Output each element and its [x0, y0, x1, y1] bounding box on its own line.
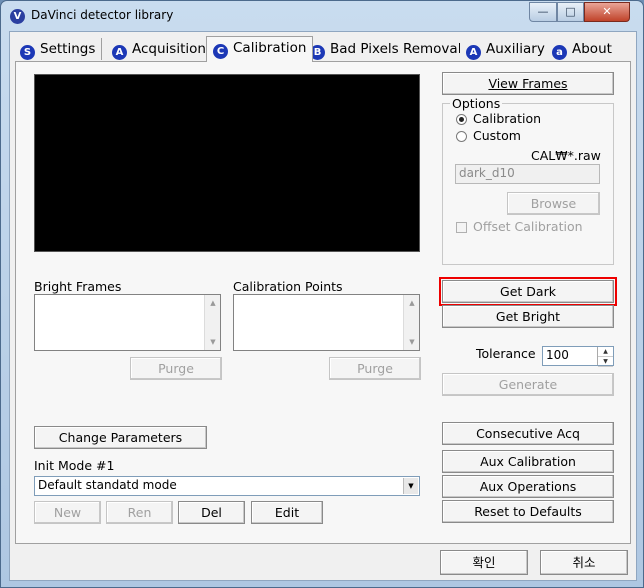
- ok-button[interactable]: 확인: [440, 550, 528, 575]
- options-label: Options: [450, 96, 503, 111]
- file-name-field[interactable]: dark_d10: [455, 164, 600, 184]
- about-tab-icon: a: [552, 45, 567, 60]
- reset-defaults-button[interactable]: Reset to Defaults: [442, 500, 614, 523]
- calibration-points-list[interactable]: ▲ ▼: [233, 294, 420, 351]
- aux-calibration-button[interactable]: Aux Calibration: [442, 450, 614, 473]
- tab-label: Calibration: [233, 40, 307, 56]
- browse-button[interactable]: Browse: [507, 192, 600, 215]
- calibration-tab-icon: C: [213, 44, 228, 59]
- bright-frames-label: Bright Frames: [34, 279, 122, 294]
- offset-calibration-checkbox[interactable]: [456, 222, 467, 233]
- get-dark-label: Get Dark: [500, 284, 556, 299]
- app-window: V DaVinci detector library — □ ✕ S Settin…: [0, 0, 644, 588]
- maximize-button[interactable]: □: [557, 2, 584, 22]
- init-mode-select[interactable]: Default standatd mode ▼: [34, 476, 420, 496]
- tab-label: Auxiliary: [486, 41, 545, 57]
- tab-label: About: [572, 41, 612, 57]
- settings-tab-icon: S: [20, 45, 35, 60]
- generate-button[interactable]: Generate: [442, 373, 614, 396]
- edit-mode-button[interactable]: Edit: [251, 501, 323, 524]
- acquisition-tab-icon: A: [112, 45, 127, 60]
- window-title: DaVinci detector library: [31, 8, 174, 22]
- file-name-value: dark_d10: [459, 166, 515, 180]
- change-parameters-button[interactable]: Change Parameters: [34, 426, 207, 449]
- tab-label: Settings: [40, 41, 96, 57]
- tolerance-label: Tolerance: [476, 346, 536, 361]
- rename-mode-button[interactable]: Ren: [106, 501, 173, 524]
- auxiliary-tab-icon: A: [466, 45, 481, 60]
- chevron-down-icon[interactable]: ▼: [403, 478, 418, 494]
- consecutive-acq-label: Consecutive Acq: [476, 426, 580, 441]
- get-bright-button[interactable]: Get Bright: [442, 305, 614, 328]
- tab-label: Bad Pixels Removal: [330, 41, 462, 57]
- calibration-points-scrollbar[interactable]: ▲ ▼: [403, 295, 419, 350]
- tab-acquisition[interactable]: A Acquisition: [106, 38, 213, 60]
- tolerance-value: 100: [546, 348, 569, 362]
- scroll-down-icon[interactable]: ▼: [205, 334, 221, 350]
- calibration-radio-label[interactable]: Calibration: [473, 111, 541, 126]
- aux-operations-button[interactable]: Aux Operations: [442, 475, 614, 498]
- view-frames-label: View Frames: [488, 76, 568, 91]
- scroll-up-icon[interactable]: ▲: [205, 295, 221, 311]
- tab-calibration[interactable]: C Calibration: [206, 36, 314, 62]
- bright-frames-purge-button[interactable]: Purge: [130, 357, 222, 380]
- frame-preview: [34, 74, 420, 252]
- custom-radio-label[interactable]: Custom: [473, 128, 521, 143]
- tab-settings[interactable]: S Settings: [14, 38, 103, 60]
- file-pattern-text: CAL₩*.raw: [531, 148, 601, 163]
- spin-down-icon[interactable]: ▼: [598, 357, 613, 367]
- scroll-up-icon[interactable]: ▲: [404, 295, 420, 311]
- options-group: [442, 103, 614, 265]
- calibration-points-label: Calibration Points: [233, 279, 343, 294]
- tab-about[interactable]: a About: [546, 38, 618, 60]
- client-area: S Settings A Acquisition C Calibration B Bad…: [9, 31, 637, 581]
- scroll-down-icon[interactable]: ▼: [404, 334, 420, 350]
- consecutive-acq-button[interactable]: Consecutive Acq: [442, 422, 614, 445]
- calibration-panel: Bright Frames ▲ ▼ Calibration Points ▲ ▼…: [15, 61, 631, 544]
- offset-calibration-label: Offset Calibration: [473, 219, 583, 234]
- init-mode-value: Default standatd mode: [38, 478, 177, 492]
- custom-radio[interactable]: [456, 131, 467, 142]
- init-mode-label: Init Mode #1: [34, 458, 115, 473]
- get-bright-label: Get Bright: [495, 309, 561, 324]
- tolerance-spinbox[interactable]: 100 ▲ ▼: [542, 346, 614, 367]
- tab-auxiliary[interactable]: A Auxiliary: [460, 38, 552, 60]
- spin-up-icon[interactable]: ▲: [598, 347, 613, 357]
- tab-bad-pixels-removal[interactable]: B Bad Pixels Removal: [304, 38, 469, 60]
- delete-mode-button[interactable]: Del: [178, 501, 245, 524]
- generate-label: Generate: [498, 377, 558, 392]
- tab-label: Acquisition: [132, 41, 206, 57]
- app-icon: V: [10, 9, 25, 24]
- bright-frames-scrollbar[interactable]: ▲ ▼: [204, 295, 220, 350]
- minimize-button[interactable]: —: [529, 2, 557, 22]
- view-frames-button[interactable]: View Frames: [442, 72, 614, 95]
- calibration-points-purge-button[interactable]: Purge: [329, 357, 421, 380]
- close-button[interactable]: ✕: [584, 2, 630, 22]
- tolerance-spinner[interactable]: ▲ ▼: [597, 347, 613, 367]
- calibration-radio[interactable]: [456, 114, 467, 125]
- cancel-button[interactable]: 취소: [540, 550, 628, 575]
- bright-frames-list[interactable]: ▲ ▼: [34, 294, 221, 351]
- get-dark-button[interactable]: Get Dark: [439, 277, 617, 306]
- new-mode-button[interactable]: New: [34, 501, 101, 524]
